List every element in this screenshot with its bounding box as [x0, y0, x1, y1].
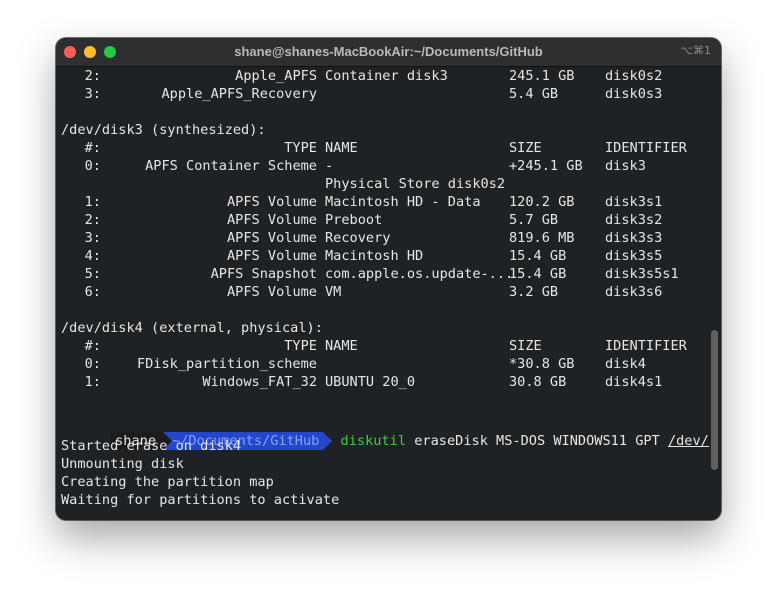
partition-type: APFS Container Scheme: [145, 158, 317, 174]
partition-type: Apple_APFS: [235, 68, 317, 84]
partition-identifier: disk3s1: [605, 194, 663, 210]
table-row: 3: Apple_APFS_Recovery 5.4 GB disk0s3: [61, 85, 709, 103]
window-shortcut: ⌥⌘1: [680, 44, 711, 57]
partition-size: 15.4 GB: [509, 248, 567, 264]
partition-type: APFS Volume: [226, 230, 317, 246]
partition-size: *30.8 GB: [509, 356, 575, 372]
partition-name: -: [325, 158, 334, 174]
partition-identifier: disk0s3: [605, 86, 663, 102]
disk-header: /dev/disk4 (external, physical):: [61, 320, 323, 336]
partition-size: 5.4 GB: [509, 86, 559, 102]
table-row: 1: Windows_FAT_32 UBUNTU 20_0 30.8 GB disk4s…: [61, 373, 709, 391]
partition-name: Physical Store disk0s2: [325, 176, 506, 192]
table-row: 3: APFS Volume Recovery 819.6 MB disk3s3: [61, 229, 709, 247]
shell-prompt[interactable]: shane ~/Documents/GitHub diskutil eraseDi…: [61, 414, 709, 450]
partition-size: 5.7 GB: [509, 212, 559, 228]
partition-size: 245.1 GB: [509, 68, 575, 84]
column-size: SIZE: [509, 140, 542, 156]
partition-type: Apple_APFS_Recovery: [161, 86, 318, 102]
table-row: Physical Store disk0s2: [61, 175, 709, 193]
table-row: 1: APFS Volume Macintosh HD - Data 120.2 GB…: [61, 193, 709, 211]
table-row: 4: APFS Volume Macintosh HD 15.4 GB disk3s5: [61, 247, 709, 265]
window-title: shane@shanes-MacBookAir:~/Documents/GitH…: [234, 44, 543, 59]
output-line: Creating the partition map: [61, 474, 274, 490]
column-name: NAME: [325, 140, 358, 156]
partition-type: FDisk_partition_scheme: [136, 356, 317, 372]
partition-identifier: disk3s2: [605, 212, 663, 228]
column-identifier: IDENTIFIER: [605, 338, 687, 354]
partition-size: 3.2 GB: [509, 284, 559, 300]
partition-identifier: disk4: [605, 356, 646, 372]
disk-header: /dev/disk3 (synthesized):: [61, 122, 266, 138]
partition-type: APFS Snapshot: [210, 266, 317, 282]
column-type: TYPE: [284, 338, 317, 354]
table-row: 6: APFS Volume VM 3.2 GB disk3s6: [61, 283, 709, 301]
table-row: 0: FDisk_partition_scheme *30.8 GB disk4: [61, 355, 709, 373]
title-bar[interactable]: shane@shanes-MacBookAir:~/Documents/GitH…: [56, 38, 721, 67]
partition-size: 819.6 MB: [509, 230, 575, 246]
partition-type: APFS Volume: [226, 194, 317, 210]
column-name: NAME: [325, 338, 358, 354]
partition-size: +245.1 GB: [509, 158, 583, 174]
partition-name: VM: [325, 284, 342, 300]
partition-name: Preboot: [325, 212, 383, 228]
column-size: SIZE: [509, 338, 542, 354]
partition-identifier: disk3: [605, 158, 646, 174]
partition-identifier: disk3s5s1: [605, 266, 679, 282]
output-line: Waiting for partitions to activate: [61, 492, 340, 508]
partition-identifier: disk0s2: [605, 68, 663, 84]
partition-name: Recovery: [325, 230, 391, 246]
table-row: 5: APFS Snapshot com.apple.os.update-... 15…: [61, 265, 709, 283]
partition-identifier: disk3s3: [605, 230, 663, 246]
table-header: #: TYPE NAME SIZE IDENTIFIER: [61, 139, 709, 157]
partition-identifier: disk3s5: [605, 248, 663, 264]
partition-name: UBUNTU 20_0: [325, 374, 416, 390]
partition-name: com.apple.os.update-...: [325, 266, 514, 282]
partition-name: Container disk3: [325, 68, 448, 84]
table-row: 2: Apple_APFS Container disk3 245.1 GB d…: [61, 67, 709, 85]
partition-name: Macintosh HD: [325, 248, 424, 264]
table-row: 0: APFS Container Scheme - +245.1 GB disk3: [61, 157, 709, 175]
partition-identifier: disk4s1: [605, 374, 663, 390]
partition-type: Windows_FAT_32: [202, 374, 317, 390]
table-header: #: TYPE NAME SIZE IDENTIFIER: [61, 337, 709, 355]
partition-type: APFS Volume: [226, 284, 317, 300]
output-line: Unmounting disk: [61, 456, 184, 472]
partition-size: 15.4 GB: [509, 266, 567, 282]
partition-size: 30.8 GB: [509, 374, 567, 390]
column-type: TYPE: [284, 140, 317, 156]
partition-type: APFS Volume: [226, 212, 317, 228]
table-row: 2: APFS Volume Preboot 5.7 GB disk3s2: [61, 211, 709, 229]
terminal-output[interactable]: 2: Apple_APFS Container disk3 245.1 GB d…: [61, 67, 709, 519]
partition-identifier: disk3s6: [605, 284, 663, 300]
partition-type: APFS Volume: [226, 248, 317, 264]
scrollbar-thumb[interactable]: [711, 330, 718, 470]
partition-size: 120.2 GB: [509, 194, 575, 210]
terminal-window: shane@shanes-MacBookAir:~/Documents/GitH…: [56, 38, 721, 520]
column-identifier: IDENTIFIER: [605, 140, 687, 156]
output-line: Started erase on disk4: [61, 438, 242, 454]
partition-name: Macintosh HD - Data: [325, 194, 481, 210]
